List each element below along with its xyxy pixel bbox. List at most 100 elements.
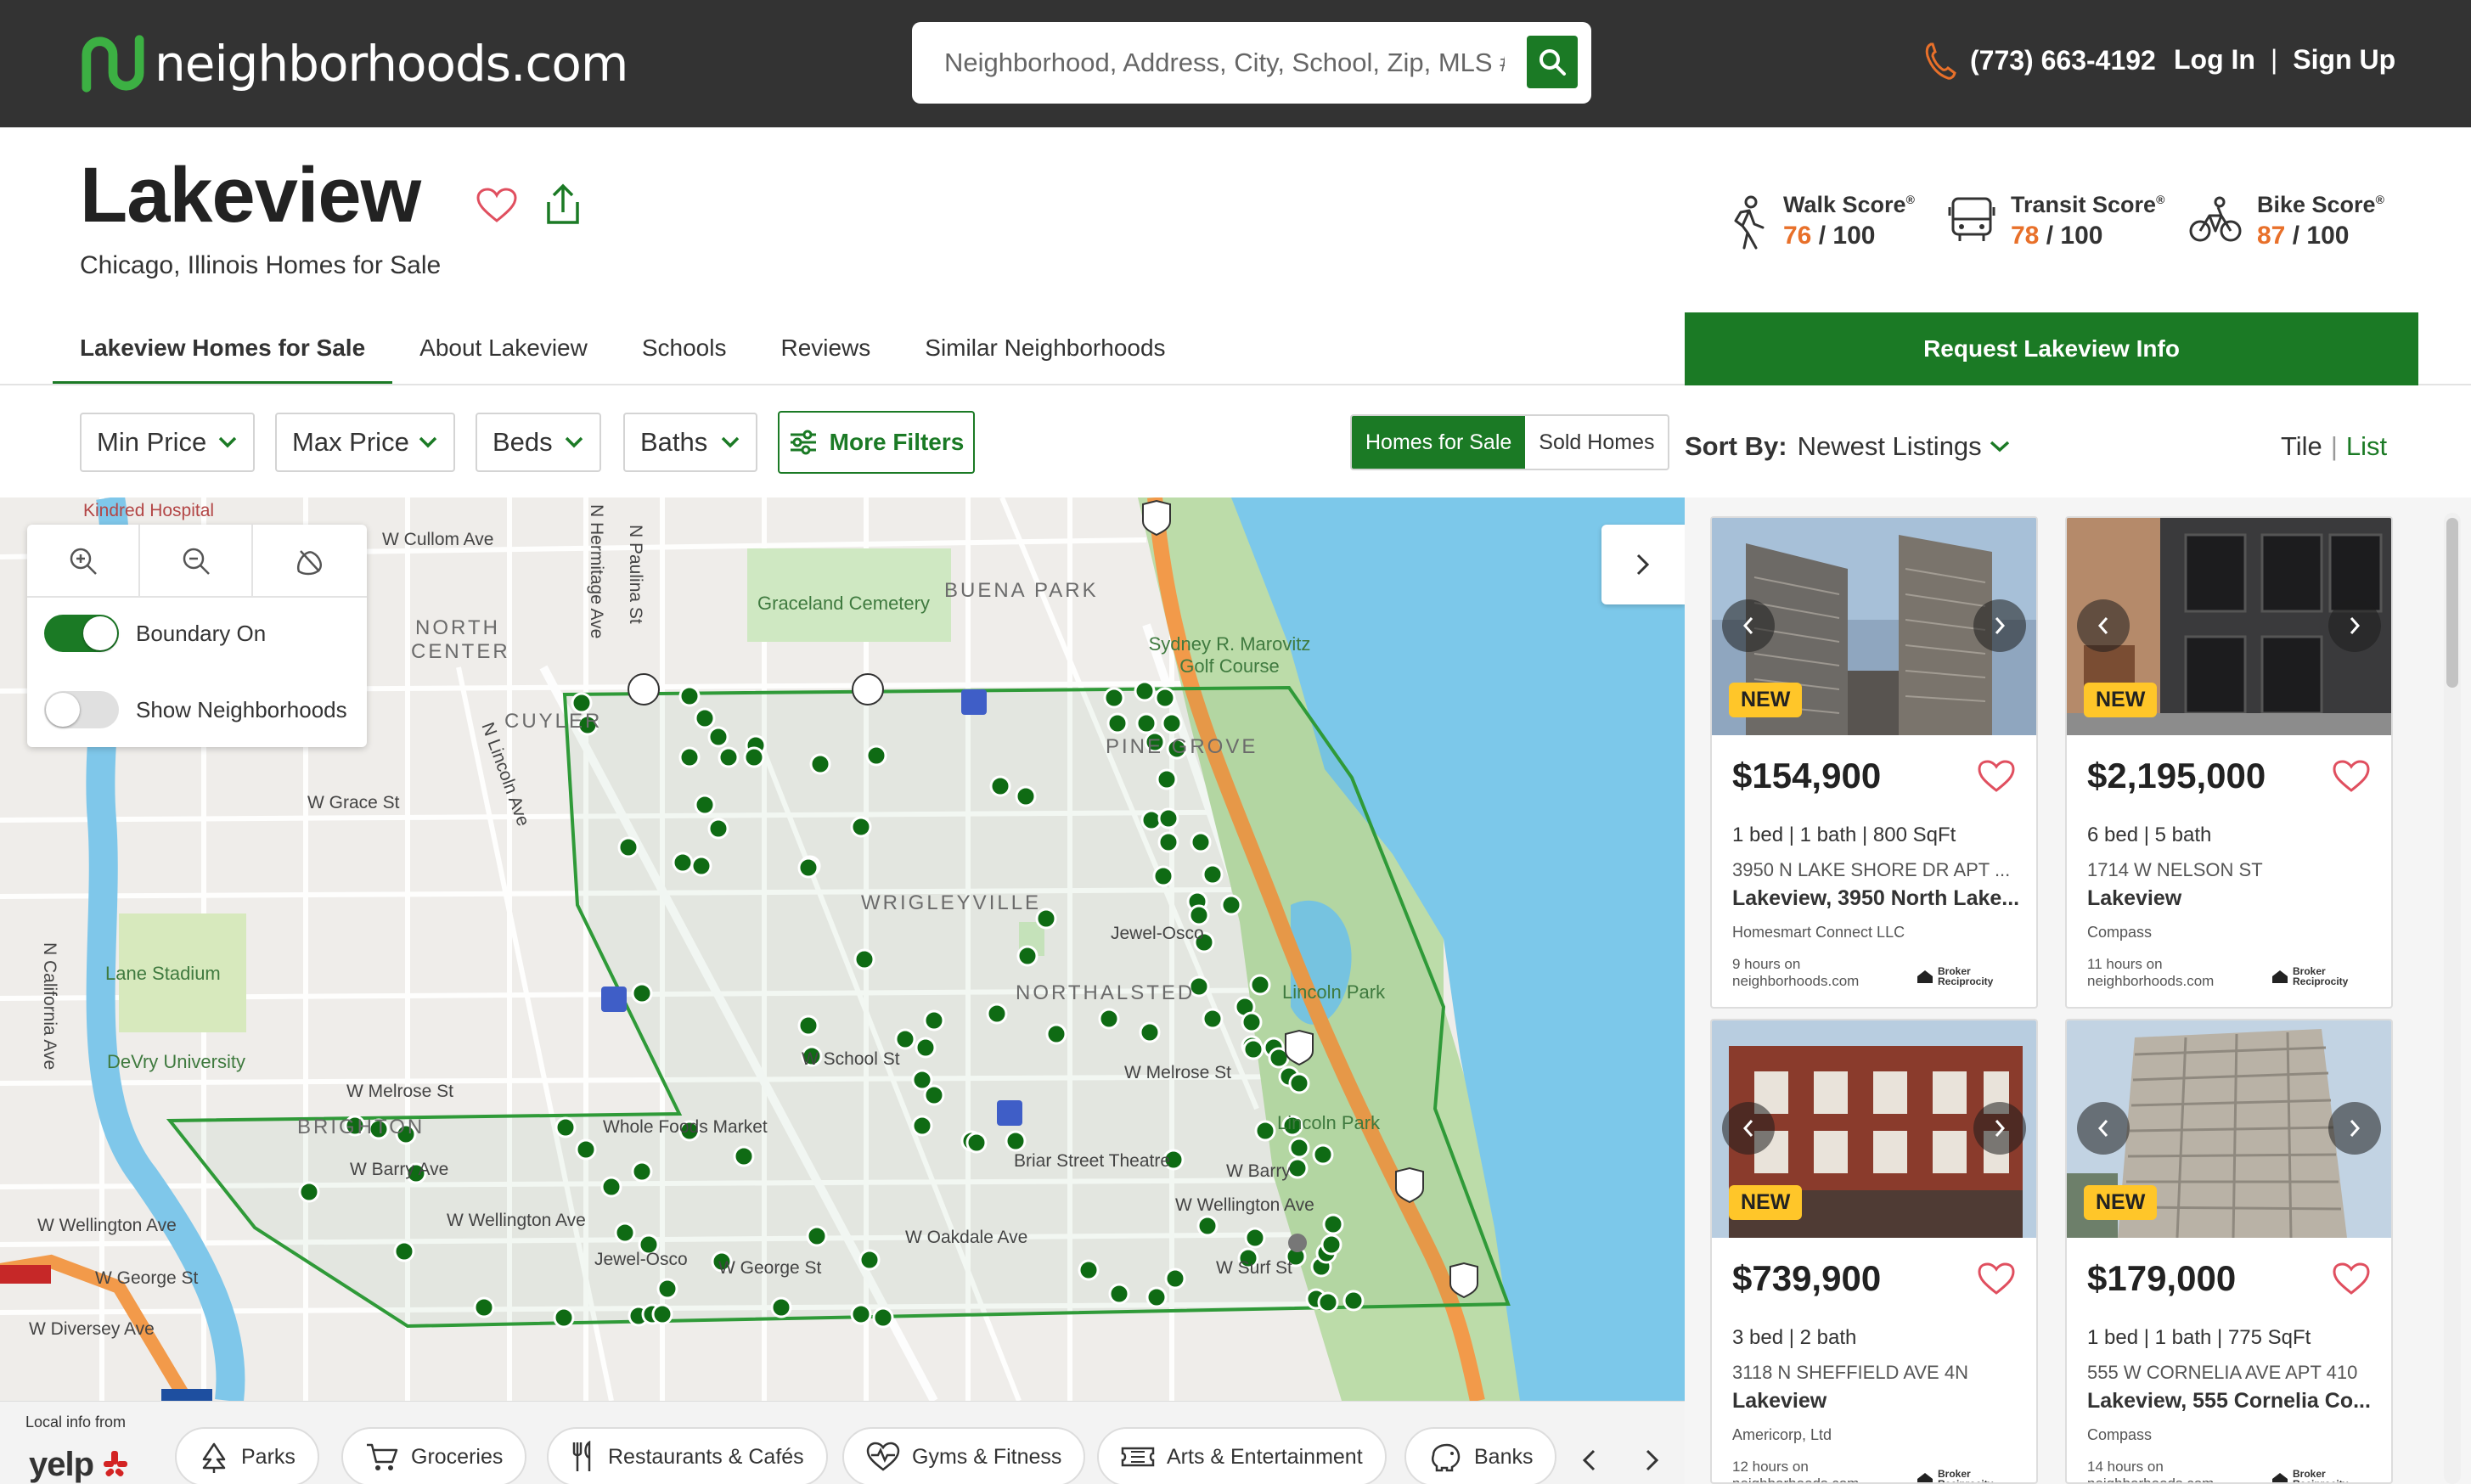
listing-map-marker[interactable] (911, 1115, 933, 1137)
listing-map-marker[interactable] (1288, 1137, 1310, 1159)
listing-map-marker[interactable] (986, 1003, 1008, 1025)
listing-map-marker[interactable] (1157, 807, 1179, 829)
poi-chip-gyms[interactable]: Gyms & Fitness (842, 1427, 1086, 1484)
favorite-heart-icon[interactable] (2332, 759, 2371, 793)
listing-map-marker[interactable] (1320, 1234, 1342, 1256)
share-icon[interactable] (542, 183, 584, 228)
search-input[interactable] (944, 41, 1505, 85)
listing-map-marker[interactable] (678, 685, 701, 707)
listing-map-marker[interactable] (1244, 1227, 1266, 1249)
neighborhoods-toggle[interactable] (44, 691, 119, 728)
listing-map-marker[interactable] (1134, 680, 1156, 702)
listing-map-marker[interactable] (806, 1225, 828, 1247)
listing-map-marker[interactable] (1342, 1290, 1365, 1312)
listing-map-marker[interactable] (1016, 945, 1038, 967)
tab-similar-neighborhoods[interactable]: Similar Neighborhoods (898, 319, 1192, 385)
photo-next-button[interactable] (1973, 1102, 2026, 1155)
listing-map-marker[interactable] (743, 746, 765, 768)
listing-map-marker[interactable] (1202, 1008, 1224, 1030)
listing-map-marker[interactable] (1317, 1291, 1339, 1313)
listing-map-marker[interactable] (1161, 712, 1183, 734)
favorite-heart-icon[interactable] (1977, 1262, 2016, 1296)
listing-map-marker[interactable] (850, 1303, 872, 1325)
listing-map-marker[interactable] (393, 1240, 415, 1262)
photo-prev-button[interactable] (2077, 599, 2130, 652)
tab-about[interactable]: About Lakeview (392, 319, 615, 385)
max-price-dropdown[interactable]: Max Price (275, 413, 455, 472)
listing-map-marker[interactable] (656, 1278, 678, 1300)
list-view-link[interactable]: List (2346, 431, 2387, 461)
scrollbar-thumb[interactable] (2446, 518, 2458, 688)
poi-next-arrow[interactable] (1644, 1447, 1661, 1473)
zoom-out-button[interactable] (140, 525, 253, 598)
listing-map-marker[interactable] (614, 1222, 636, 1244)
listing-map-marker[interactable] (733, 1145, 755, 1167)
poi-chip-arts[interactable]: Arts & Entertainment (1097, 1427, 1387, 1484)
listing-card[interactable]: NEW $154,900 1 bed | 1 bath | 800 SqFt 3… (1710, 516, 2038, 1009)
listing-map-marker[interactable] (1139, 1021, 1161, 1043)
listing-map-marker[interactable] (1164, 1268, 1186, 1290)
listing-map-marker[interactable] (915, 1037, 937, 1059)
listing-map-marker[interactable] (1288, 1072, 1310, 1094)
photo-prev-button[interactable] (2077, 1102, 2130, 1155)
listing-map-marker[interactable] (1156, 768, 1178, 790)
listing-map-marker[interactable] (1005, 1130, 1027, 1152)
listing-map-marker[interactable] (965, 1132, 988, 1154)
draw-area-button[interactable] (253, 525, 366, 598)
listing-map-marker[interactable] (1241, 1011, 1263, 1033)
listing-map-marker[interactable] (651, 1303, 673, 1325)
listing-map-marker[interactable] (923, 1009, 945, 1031)
homes-for-sale-toggle[interactable]: Homes for Sale (1352, 416, 1526, 469)
site-logo[interactable]: neighborhoods.com (80, 31, 628, 97)
listing-map-marker[interactable] (617, 836, 639, 858)
listing-map-marker[interactable] (894, 1028, 916, 1050)
listing-map-marker[interactable] (554, 1116, 577, 1138)
listing-map-marker[interactable] (1196, 1215, 1219, 1237)
listing-map-marker[interactable] (865, 745, 887, 767)
listing-map-marker[interactable] (631, 982, 653, 1004)
listing-map-marker[interactable] (1152, 865, 1174, 887)
listing-map-marker[interactable] (1242, 1038, 1264, 1060)
listing-card[interactable]: NEW $739,900 3 bed | 2 bath 3118 N SHEFF… (1710, 1019, 2038, 1484)
listing-map-marker[interactable] (872, 1307, 894, 1329)
favorite-heart-icon[interactable] (476, 187, 518, 224)
listing-map-marker[interactable] (1015, 785, 1037, 807)
listing-map-marker[interactable] (1135, 712, 1157, 734)
tab-reviews[interactable]: Reviews (753, 319, 898, 385)
listing-map-marker[interactable] (707, 726, 729, 748)
listing-map-marker[interactable] (1108, 1283, 1130, 1305)
listing-map-marker[interactable] (1154, 687, 1176, 709)
listing-map-marker[interactable] (1145, 1286, 1168, 1308)
listing-card[interactable]: NEW $179,000 1 bed | 1 bath | 775 SqFt 5… (2065, 1019, 2393, 1484)
tab-homes-for-sale[interactable]: Lakeview Homes for Sale (53, 319, 393, 385)
listing-map-marker[interactable] (1045, 1023, 1067, 1045)
photo-next-button[interactable] (2328, 599, 2381, 652)
listing-map-marker[interactable] (770, 1296, 792, 1318)
listing-map-marker[interactable] (1103, 687, 1125, 709)
listing-map-marker[interactable] (553, 1307, 575, 1329)
listing-map-marker[interactable] (1188, 904, 1210, 926)
listing-map-marker[interactable] (298, 1181, 320, 1203)
photo-prev-button[interactable] (1722, 599, 1775, 652)
listing-map-marker[interactable] (1202, 863, 1224, 885)
collapse-listings-button[interactable] (1601, 525, 1685, 604)
listing-map-marker[interactable] (1220, 894, 1242, 916)
photo-next-button[interactable] (1973, 599, 2026, 652)
favorite-heart-icon[interactable] (1977, 759, 2016, 793)
tab-schools[interactable]: Schools (615, 319, 754, 385)
boundary-toggle[interactable] (44, 615, 119, 652)
zoom-in-button[interactable] (27, 525, 140, 598)
baths-dropdown[interactable]: Baths (623, 413, 757, 472)
signup-link[interactable]: Sign Up (2293, 44, 2395, 76)
listing-map-marker[interactable] (1078, 1259, 1100, 1281)
poi-chip-parks[interactable]: Parks (175, 1427, 319, 1484)
listing-map-marker[interactable] (1190, 831, 1212, 853)
listing-map-marker[interactable] (672, 852, 694, 874)
listing-map-marker[interactable] (1312, 1144, 1334, 1166)
listing-map-marker[interactable] (1286, 1157, 1309, 1179)
listing-map-marker[interactable] (989, 775, 1011, 797)
listing-map-marker[interactable] (694, 707, 716, 729)
more-filters-button[interactable]: More Filters (778, 411, 975, 474)
listings-scrollbar[interactable] (2444, 513, 2461, 1484)
listing-map-marker[interactable] (1106, 712, 1129, 734)
